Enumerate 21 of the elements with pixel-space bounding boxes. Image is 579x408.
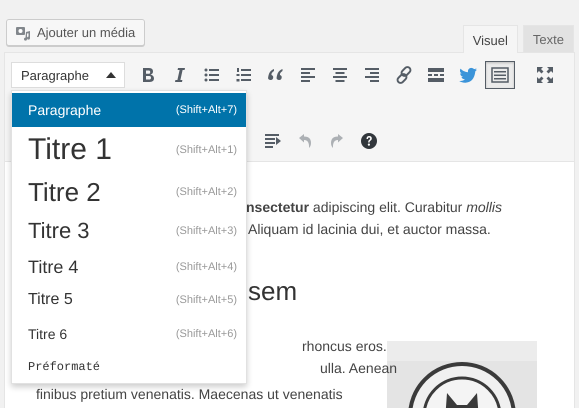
format-menu-item[interactable]: Paragraphe (Shift+Alt+7) [12, 93, 246, 127]
format-menu-item[interactable]: Titre 1 (Shift+Alt+1) [12, 127, 246, 173]
editor-tab[interactable]: Texte [522, 25, 574, 52]
format-menu-item[interactable]: Titre 2 (Shift+Alt+2) [12, 173, 246, 211]
media-icon [15, 24, 31, 40]
paragraph-text: finibus pretium venenatis. Maecenas ut venenatis [36, 386, 343, 402]
caret-icon [106, 72, 116, 78]
add-media-button[interactable]: Ajouter un média [6, 19, 146, 46]
paragraph-text: rhoncus eros. [302, 338, 387, 354]
format-menu-item[interactable]: Titre 5 (Shift+Alt+5) [12, 283, 246, 317]
paragraph-text: nsectetur adipiscing elit. Curabitur mollis [246, 199, 502, 215]
paragraph-text: ulla. Aenean [320, 360, 398, 376]
format-menu-item[interactable]: Titre 6 (Shift+Alt+6) [12, 317, 246, 351]
toolbar-toggle-icon[interactable] [485, 61, 515, 89]
format-menu-item[interactable]: Préformaté [12, 351, 246, 383]
format-menu-item[interactable]: Titre 3 (Shift+Alt+3) [12, 211, 246, 251]
format-select[interactable]: Paragraphe [11, 62, 125, 88]
format-menu-item[interactable]: Titre 4 (Shift+Alt+4) [12, 251, 246, 283]
content-heading: sem [248, 276, 298, 306]
editor-tab[interactable]: Visuel [462, 25, 518, 53]
paragraph-text: Aliquam id lacinia dui, et auctor massa. [248, 221, 491, 237]
